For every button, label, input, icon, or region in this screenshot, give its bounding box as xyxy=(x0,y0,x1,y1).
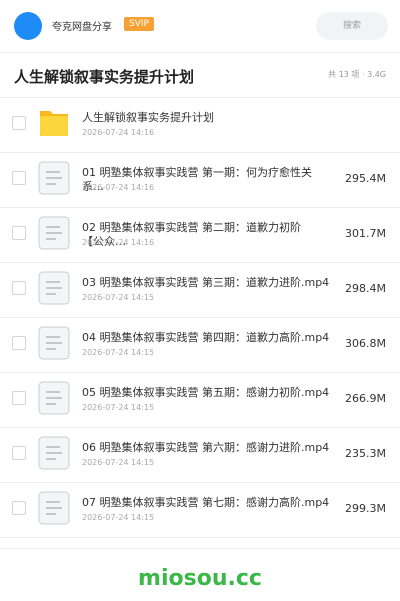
watermark: miosou.cc xyxy=(138,566,262,591)
file-name: 06 明塾集体叙事实践营 第六期：感谢力进阶.mp4 xyxy=(82,441,330,454)
avatar[interactable] xyxy=(14,12,42,40)
select-checkbox[interactable] xyxy=(12,336,26,350)
document-icon xyxy=(38,491,70,525)
list-item[interactable]: 01 明塾集体叙事实践营 第一期：何为疗愈性关系… 2026-07-24 14:… xyxy=(0,153,400,208)
list-item[interactable]: 02 明塾集体叙事实践营 第二期：道歉力初阶【公众… 2026-07-24 14… xyxy=(0,208,400,263)
document-icon xyxy=(38,436,70,470)
file-size: 301.7M xyxy=(345,227,386,240)
file-size: 299.3M xyxy=(345,502,386,515)
select-checkbox[interactable] xyxy=(12,281,26,295)
file-date: 2026-07-24 14:15 xyxy=(82,293,155,302)
share-name: 夸克网盘分享 xyxy=(52,22,112,33)
file-date: 2026-07-24 14:15 xyxy=(82,513,155,522)
file-date: 2026-07-24 14:16 xyxy=(82,128,155,137)
list-item[interactable]: 03 明塾集体叙事实践营 第三期：道歉力进阶.mp4 2026-07-24 14… xyxy=(0,263,400,318)
file-date: 2026-07-24 14:16 xyxy=(82,238,155,247)
select-checkbox[interactable] xyxy=(12,501,26,515)
file-size: 295.4M xyxy=(345,172,386,185)
select-checkbox[interactable] xyxy=(12,226,26,240)
file-size: 235.3M xyxy=(345,447,386,460)
file-name: 07 明塾集体叙事实践营 第七期：感谢力高阶.mp4 xyxy=(82,496,330,509)
list-item[interactable]: 05 明塾集体叙事实践营 第五期：感谢力初阶.mp4 2026-07-24 14… xyxy=(0,373,400,428)
file-name: 05 明塾集体叙事实践营 第五期：感谢力初阶.mp4 xyxy=(82,386,330,399)
file-list: 人生解锁叙事实务提升计划 2026-07-24 14:16 01 明塾集体叙事实… xyxy=(0,98,400,538)
document-icon xyxy=(38,271,70,305)
folder-title-bar: 人生解锁叙事实务提升计划 共 13 项 · 3.4G xyxy=(0,52,400,98)
document-icon xyxy=(38,216,70,250)
file-date: 2026-07-24 14:15 xyxy=(82,348,155,357)
select-checkbox[interactable] xyxy=(12,171,26,185)
folder-icon xyxy=(38,106,70,140)
select-checkbox[interactable] xyxy=(12,116,26,130)
list-item[interactable]: 人生解锁叙事实务提升计划 2026-07-24 14:16 xyxy=(0,98,400,153)
page-title: 人生解锁叙事实务提升计划 xyxy=(14,68,195,86)
file-name: 04 明塾集体叙事实践营 第四期：道歉力高阶.mp4 xyxy=(82,331,330,344)
svip-badge: SVIP xyxy=(124,17,154,31)
file-date: 2026-07-24 14:15 xyxy=(82,458,155,467)
file-size: 298.4M xyxy=(345,282,386,295)
select-checkbox[interactable] xyxy=(12,391,26,405)
document-icon xyxy=(38,161,70,195)
file-name: 03 明塾集体叙事实践营 第三期：道歉力进阶.mp4 xyxy=(82,276,330,289)
file-size: 266.9M xyxy=(345,392,386,405)
list-item[interactable]: 06 明塾集体叙事实践营 第六期：感谢力进阶.mp4 2026-07-24 14… xyxy=(0,428,400,483)
file-name: 人生解锁叙事实务提升计划 xyxy=(82,111,214,124)
file-date: 2026-07-24 14:15 xyxy=(82,403,155,412)
file-size: 306.8M xyxy=(345,337,386,350)
select-checkbox[interactable] xyxy=(12,446,26,460)
search-input[interactable]: 搜索 xyxy=(316,12,388,40)
share-header: 夸克网盘分享 SVIP 搜索 xyxy=(0,0,400,53)
folder-meta: 共 13 项 · 3.4G xyxy=(328,70,386,79)
list-item[interactable]: 04 明塾集体叙事实践营 第四期：道歉力高阶.mp4 2026-07-24 14… xyxy=(0,318,400,373)
file-date: 2026-07-24 14:16 xyxy=(82,183,155,192)
document-icon xyxy=(38,326,70,360)
list-item[interactable]: 07 明塾集体叙事实践营 第七期：感谢力高阶.mp4 2026-07-24 14… xyxy=(0,483,400,538)
document-icon xyxy=(38,381,70,415)
